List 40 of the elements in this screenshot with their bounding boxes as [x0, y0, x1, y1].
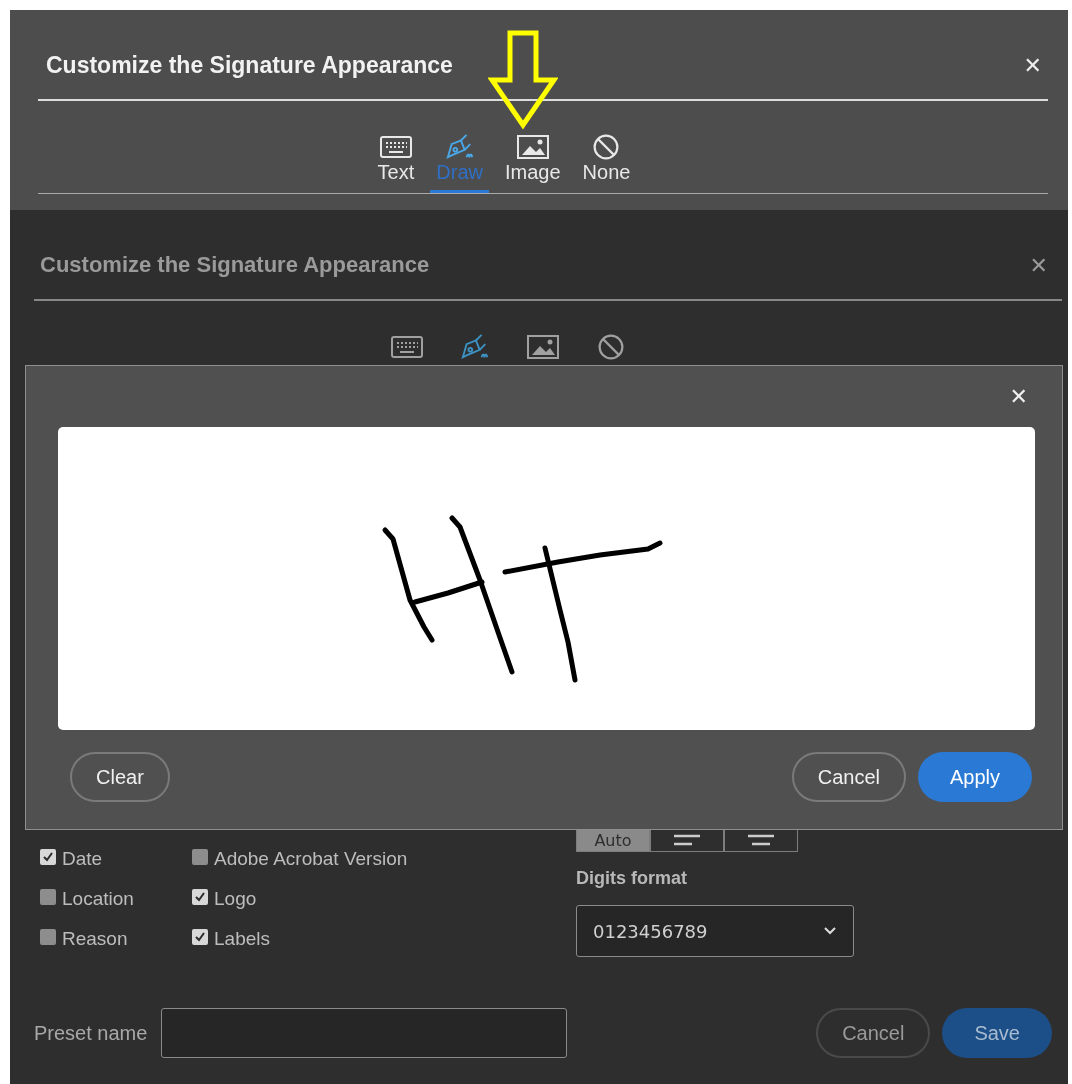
checkbox-label: Location: [62, 888, 134, 910]
auto-toggle[interactable]: Auto: [576, 828, 650, 852]
preset-name-field[interactable]: [161, 1008, 568, 1058]
checkbox-label: Reason: [62, 928, 128, 950]
tab[interactable]: None: [576, 133, 637, 193]
dialog-title: Customize the Signature Appearance: [46, 51, 453, 79]
checkbox[interactable]: [192, 889, 208, 905]
checkmark-icon: [194, 931, 206, 943]
checkbox-label: Logo: [214, 888, 257, 910]
checkbox[interactable]: [40, 929, 56, 945]
cancel-button[interactable]: Cancel: [791, 752, 906, 802]
clear-button[interactable]: Clear: [70, 752, 170, 802]
close-button[interactable]: ✕: [1009, 384, 1028, 409]
checkbox-label: Labels: [214, 928, 270, 950]
checkbox[interactable]: [40, 889, 56, 905]
checkbox[interactable]: [40, 849, 56, 865]
checkbox[interactable]: [192, 929, 208, 945]
field-label: Digits format: [576, 868, 688, 889]
checkbox[interactable]: [192, 849, 208, 865]
apply-button[interactable]: Apply: [917, 752, 1032, 802]
checkmark-icon: [194, 891, 206, 903]
checkmark-icon: [42, 851, 54, 863]
image-icon: [515, 133, 550, 161]
align-left-icon: [672, 832, 702, 848]
keyboard-icon: [378, 133, 413, 161]
close-button[interactable]: ✕: [1029, 252, 1048, 278]
align-center-icon: [746, 832, 776, 848]
tab[interactable]: Image: [498, 133, 567, 193]
field-label: Preset name: [34, 1021, 148, 1045]
image-icon: [526, 333, 560, 361]
checkbox-label: Date: [62, 848, 103, 870]
close-button[interactable]: ✕: [1023, 52, 1042, 78]
checkbox-label: Adobe Acrobat Version: [214, 848, 408, 870]
save-button[interactable]: Save: [942, 1008, 1052, 1058]
tab[interactable]: Text: [371, 133, 421, 193]
cancel-button[interactable]: Cancel: [816, 1008, 931, 1058]
chevron-down-icon: [823, 926, 837, 936]
dialog-title: Customize the Signature Appearance: [40, 252, 430, 278]
digits-format-dropdown[interactable]: 0123456789: [576, 905, 854, 957]
keyboard-icon: [390, 333, 424, 361]
